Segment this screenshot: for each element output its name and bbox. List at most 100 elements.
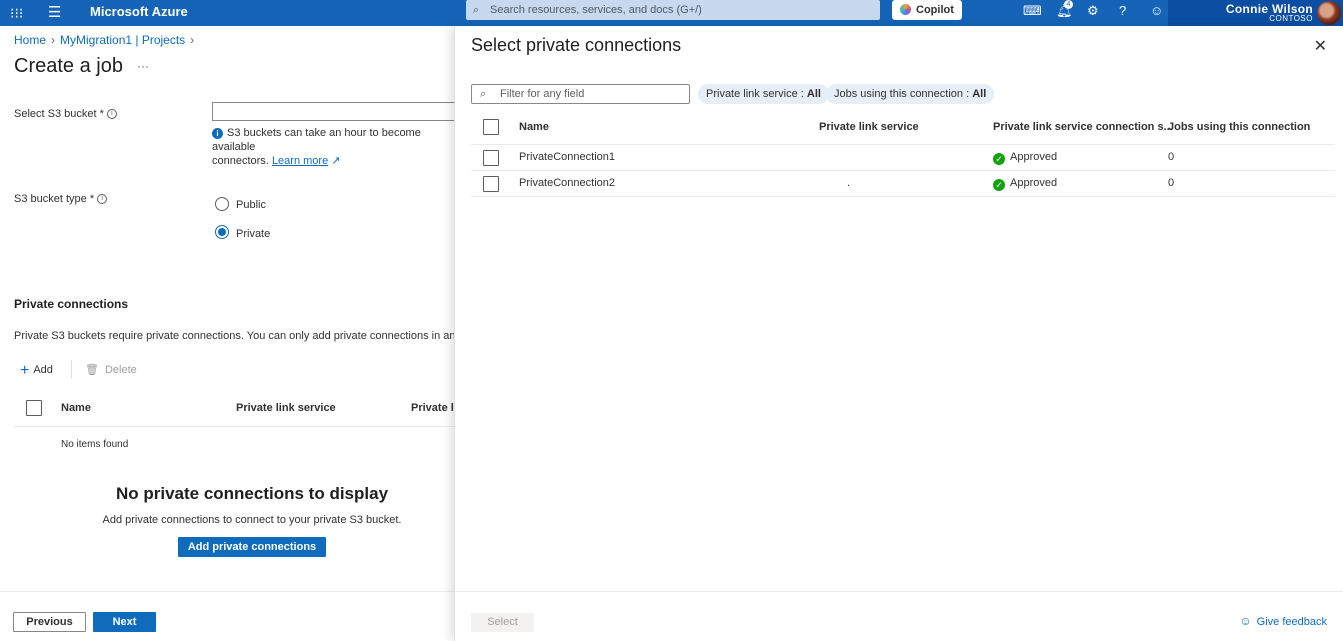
- settings-icon[interactable]: ⚙: [1087, 3, 1099, 19]
- copilot-icon: [900, 4, 911, 15]
- filter-placeholder: Filter for any field: [500, 88, 585, 100]
- breadcrumb-project[interactable]: MyMigration1 | Projects: [60, 33, 185, 47]
- filter-pill-private-link-service[interactable]: Private link service : All: [698, 84, 829, 104]
- select-private-connections-panel: Select private connections ✕ ⌕ Filter fo…: [454, 26, 1343, 641]
- table-divider: [14, 426, 454, 427]
- checkmark-icon: ✓: [993, 153, 1005, 165]
- select-button[interactable]: Select: [471, 613, 534, 632]
- filter-pill-jobs[interactable]: Jobs using this connection : All: [826, 84, 995, 104]
- menu-icon[interactable]: ☰: [48, 3, 61, 21]
- filter-input[interactable]: ⌕ Filter for any field: [471, 84, 690, 104]
- no-items-text: No items found: [61, 439, 129, 450]
- avatar: [1317, 1, 1341, 25]
- column-header-jobs[interactable]: Jobs using this connection: [1168, 121, 1310, 133]
- chevron-right-icon: ›: [190, 33, 195, 47]
- search-icon: ⌕: [473, 4, 480, 16]
- status-text: Approved: [1010, 177, 1058, 189]
- panel-footer-divider: [455, 591, 1343, 592]
- checkmark-icon: ✓: [993, 179, 1005, 191]
- external-link-icon: ↗: [331, 155, 341, 167]
- radio-private-label[interactable]: Private: [236, 228, 270, 240]
- notification-count-badge: 4: [1064, 0, 1073, 9]
- breadcrumb-home[interactable]: Home: [14, 33, 46, 47]
- copilot-label: Copilot: [916, 4, 954, 16]
- global-search-input[interactable]: ⌕ Search resources, services, and docs (…: [466, 0, 880, 20]
- info-filled-icon: i: [212, 128, 223, 139]
- pill-label: Jobs using this connection :: [834, 88, 973, 100]
- s3-info-message: i S3 buckets can take an hour to become a…: [212, 126, 462, 168]
- help-icon[interactable]: ?: [1119, 3, 1126, 18]
- add-private-connections-button[interactable]: Add private connections: [178, 537, 326, 557]
- table-row-divider: [471, 196, 1335, 197]
- table-row-divider: [471, 170, 1335, 171]
- status-text: Approved: [1010, 151, 1058, 163]
- column-header-private-link-service[interactable]: Private link service: [819, 121, 919, 133]
- info-icon[interactable]: i: [106, 109, 117, 120]
- top-bar: ⁝⁝⁝ ☰ Microsoft Azure ⌕ Search resources…: [0, 0, 1343, 26]
- s3-type-label-text: S3 bucket type *: [14, 193, 95, 205]
- private-connections-description: Private S3 buckets require private conne…: [14, 330, 454, 342]
- pill-value: All: [972, 88, 987, 100]
- feedback-icon: ☺: [1239, 614, 1252, 628]
- empty-state-subtitle: Add private connections to connect to yo…: [102, 514, 402, 526]
- delete-button[interactable]: 🗑︎ Delete: [85, 363, 137, 376]
- column-header-name[interactable]: Name: [519, 121, 549, 133]
- row-checkbox[interactable]: [483, 176, 499, 192]
- search-placeholder: Search resources, services, and docs (G+…: [490, 4, 702, 16]
- s3-info-text: S3 buckets can take an hour to become av…: [212, 127, 421, 153]
- column-header-connection-status[interactable]: Private link service connection s...: [993, 121, 1173, 133]
- give-feedback-label: Give feedback: [1256, 616, 1327, 628]
- column-header-private-link-service[interactable]: Private link service: [236, 402, 336, 414]
- more-options-icon[interactable]: ···: [137, 59, 149, 73]
- panel-title: Select private connections: [471, 35, 682, 55]
- toolbar-divider: [71, 360, 72, 378]
- radio-private[interactable]: [215, 225, 229, 239]
- s3-bucket-input[interactable]: [212, 102, 462, 121]
- trash-icon: 🗑︎: [85, 364, 99, 376]
- copilot-button[interactable]: Copilot: [892, 0, 962, 20]
- page-title: Create a job: [14, 55, 123, 77]
- add-label: Add: [33, 364, 53, 376]
- empty-state-title: No private connections to display: [115, 484, 389, 503]
- row-status: ✓ Approved: [993, 177, 1057, 191]
- radio-public[interactable]: [215, 197, 229, 211]
- search-icon: ⌕: [480, 88, 487, 100]
- account-menu[interactable]: Connie Wilson CONTOSO: [1168, 0, 1343, 26]
- next-button[interactable]: Next: [93, 612, 156, 632]
- s3-bucket-label-text: Select S3 bucket *: [14, 108, 104, 120]
- brand-title[interactable]: Microsoft Azure: [90, 4, 188, 19]
- chevron-right-icon: ›: [51, 33, 56, 47]
- row-jobs: 0: [1168, 151, 1175, 163]
- notifications-icon[interactable]: 🔔︎ 4: [1056, 0, 1073, 19]
- row-name[interactable]: PrivateConnection1: [519, 151, 615, 163]
- select-all-checkbox[interactable]: [26, 400, 42, 416]
- pill-value: All: [806, 88, 821, 100]
- s3-info-text2: connectors.: [212, 155, 269, 167]
- column-header-name[interactable]: Name: [61, 402, 91, 414]
- s3-type-label: S3 bucket type * i: [14, 193, 108, 205]
- table-divider: [471, 144, 1335, 145]
- previous-button[interactable]: Previous: [13, 612, 86, 632]
- radio-public-label[interactable]: Public: [236, 199, 266, 211]
- plus-icon: +: [20, 362, 30, 379]
- add-button[interactable]: + Add: [20, 362, 53, 380]
- breadcrumb: Home › MyMigration1 | Projects ›: [14, 33, 199, 47]
- select-all-checkbox[interactable]: [483, 119, 499, 135]
- info-icon[interactable]: i: [97, 194, 108, 205]
- feedback-icon[interactable]: ☺: [1150, 3, 1163, 18]
- waffle-icon[interactable]: ⁝⁝⁝: [10, 5, 23, 22]
- delete-label: Delete: [104, 364, 137, 376]
- footer-divider: [0, 591, 454, 592]
- private-connections-heading: Private connections: [14, 297, 129, 311]
- learn-more-link[interactable]: Learn more: [272, 155, 328, 167]
- give-feedback-link[interactable]: ☺ Give feedback: [1239, 614, 1327, 628]
- row-name[interactable]: PrivateConnection2: [519, 177, 615, 189]
- user-org: CONTOSO: [1269, 14, 1313, 23]
- row-checkbox[interactable]: [483, 150, 499, 166]
- row-jobs: 0: [1168, 177, 1175, 189]
- row-status: ✓ Approved: [993, 151, 1057, 165]
- close-icon[interactable]: ✕: [1314, 36, 1327, 56]
- cloud-shell-icon[interactable]: ⌨: [1023, 3, 1042, 19]
- pill-label: Private link service :: [706, 88, 807, 100]
- s3-bucket-label: Select S3 bucket * i: [14, 108, 117, 120]
